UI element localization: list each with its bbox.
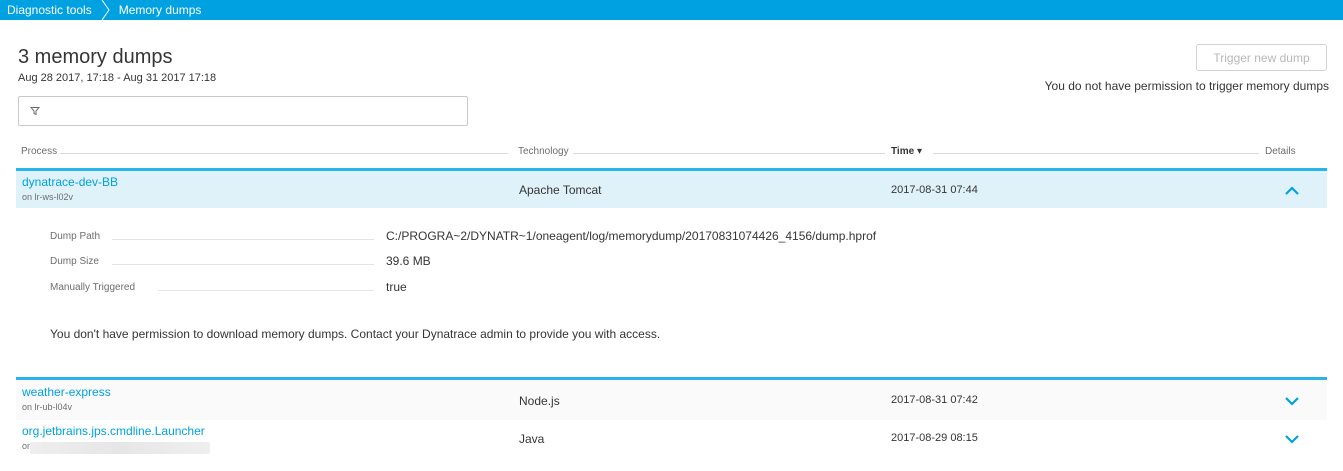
chevron-down-icon[interactable] bbox=[1284, 395, 1300, 407]
breadcrumb-diagnostic-tools[interactable]: Diagnostic tools bbox=[0, 0, 100, 20]
time-cell: 2017-08-31 07:42 bbox=[891, 394, 978, 406]
header-divider bbox=[573, 153, 885, 154]
time-range: Aug 28 2017, 17:18 - Aug 31 2017 17:18 bbox=[18, 72, 217, 84]
time-cell: 2017-08-29 08:15 bbox=[891, 432, 978, 444]
breadcrumb-separator-icon bbox=[100, 0, 112, 20]
column-header-details: Details bbox=[1265, 146, 1299, 157]
detail-divider bbox=[112, 264, 374, 265]
table-row[interactable]: dynatrace-dev-BB on lr-ws-l02v Apache To… bbox=[16, 168, 1327, 208]
chevron-up-icon[interactable] bbox=[1284, 184, 1300, 196]
technology-cell: Node.js bbox=[519, 394, 560, 408]
breadcrumb: Diagnostic tools Memory dumps bbox=[0, 0, 1343, 20]
redacted-host-name bbox=[30, 442, 210, 454]
process-link[interactable]: weather-express bbox=[22, 385, 111, 399]
time-cell: 2017-08-31 07:44 bbox=[891, 184, 978, 196]
detail-label-manually-triggered: Manually Triggered bbox=[50, 282, 136, 293]
table-row[interactable]: weather-express on lr-ub-l04v Node.js 20… bbox=[16, 377, 1327, 420]
trigger-permission-note: You do not have permission to trigger me… bbox=[1044, 79, 1329, 93]
process-link[interactable]: dynatrace-dev-BB bbox=[22, 175, 118, 189]
column-header-process: Process bbox=[21, 146, 61, 157]
detail-label-dump-size: Dump Size bbox=[50, 256, 99, 267]
detail-value-dump-path: C:/PROGRA~2/DYNATR~1/oneagent/log/memory… bbox=[386, 229, 877, 243]
detail-divider bbox=[112, 239, 374, 240]
breadcrumb-memory-dumps[interactable]: Memory dumps bbox=[112, 0, 210, 20]
column-header-time[interactable]: Time ▾ bbox=[891, 146, 925, 157]
detail-label-dump-path: Dump Path bbox=[50, 231, 101, 242]
table-row[interactable]: org.jetbrains.jps.cmdline.Launcher on Ja… bbox=[16, 420, 1327, 460]
technology-cell: Apache Tomcat bbox=[519, 183, 602, 197]
column-header-technology: Technology bbox=[518, 146, 572, 157]
process-host: on lr-ub-l04v bbox=[22, 402, 73, 412]
detail-divider bbox=[158, 290, 374, 291]
technology-cell: Java bbox=[519, 432, 545, 446]
download-permission-note: You don't have permission to download me… bbox=[50, 327, 661, 341]
detail-value-manually-triggered: true bbox=[386, 280, 407, 294]
trigger-new-dump-button[interactable]: Trigger new dump bbox=[1196, 44, 1327, 71]
detail-value-dump-size: 39.6 MB bbox=[386, 254, 431, 268]
filter-input[interactable] bbox=[18, 96, 468, 126]
page-title: 3 memory dumps bbox=[18, 46, 173, 68]
chevron-down-icon[interactable] bbox=[1284, 433, 1300, 445]
header-divider bbox=[60, 153, 508, 154]
header-divider bbox=[933, 153, 1259, 154]
process-host: on lr-ws-l02v bbox=[22, 192, 74, 202]
process-link[interactable]: org.jetbrains.jps.cmdline.Launcher bbox=[22, 424, 205, 438]
